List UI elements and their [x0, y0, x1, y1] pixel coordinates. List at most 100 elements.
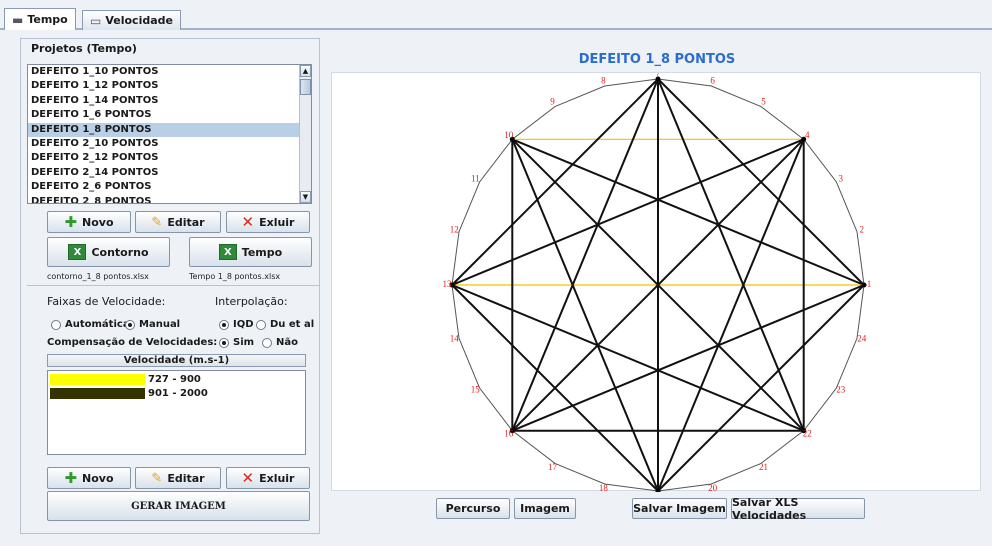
- ray-line: [511, 138, 865, 286]
- close-icon: ✕: [241, 212, 255, 231]
- node-label: 7: [656, 73, 661, 78]
- excel-icon: X: [218, 244, 237, 260]
- save-xls-label: Salvar XLS Velocidades: [732, 495, 807, 522]
- projects-title: Projetos (Tempo): [31, 42, 137, 55]
- node-label: 14: [450, 334, 460, 344]
- project-new-label: Novo: [82, 215, 114, 229]
- interp-iqd-label: IQD: [233, 319, 254, 330]
- node-label: 16: [504, 428, 514, 438]
- velocity-range-label: 727 - 900: [148, 373, 201, 385]
- velocity-header: Velocidade (m.s-1): [47, 354, 306, 367]
- comp-no-radio[interactable]: Não: [262, 337, 298, 348]
- project-list-item[interactable]: DEFEITO 2_6 PONTOS: [28, 180, 311, 194]
- speed-auto-label: Automática: [65, 319, 130, 330]
- node-label: 19: [654, 490, 664, 492]
- speed-ranges-label: Faixas de Velocidade:: [47, 295, 166, 308]
- projects-scrollbar[interactable]: ▲ ▼: [299, 65, 311, 203]
- node-label: 23: [836, 385, 846, 395]
- time-filename: Tempo 1_8 pontos.xlsx: [189, 272, 281, 281]
- project-list-item[interactable]: DEFEITO 2_8 PONTOS: [28, 195, 311, 203]
- ray-line: [511, 138, 659, 492]
- project-list-item[interactable]: DEFEITO 2_12 PONTOS: [28, 151, 311, 165]
- radio-icon: [262, 337, 272, 348]
- project-list-item[interactable]: DEFEITO 1_12 PONTOS: [28, 79, 311, 93]
- time-button[interactable]: X Tempo: [189, 237, 312, 267]
- node-label: 20: [708, 483, 718, 492]
- project-list-item[interactable]: DEFEITO 1_10 PONTOS: [28, 65, 311, 79]
- plus-icon: ✚: [64, 468, 78, 487]
- velocity-list[interactable]: 727 - 900 901 - 2000: [47, 370, 306, 455]
- tab-velocidade[interactable]: ▭ Velocidade: [82, 10, 181, 30]
- project-delete-button[interactable]: ✕ Exluir: [226, 211, 310, 233]
- node-label: 18: [599, 483, 609, 492]
- path-button[interactable]: Percurso: [436, 498, 510, 519]
- interp-iqd-radio[interactable]: IQD: [219, 319, 254, 330]
- tomography-diagram: 123456789101112131415161718192021222324: [443, 68, 872, 500]
- node-label: 2: [860, 224, 865, 234]
- node-label: 13: [443, 279, 453, 289]
- project-list-item[interactable]: DEFEITO 1_8 PONTOS: [28, 122, 311, 137]
- project-list-item[interactable]: DEFEITO 1_14 PONTOS: [28, 94, 311, 108]
- time-label: Tempo: [241, 245, 283, 259]
- speed-auto-radio[interactable]: Automática: [51, 319, 130, 330]
- ray-line: [451, 138, 805, 286]
- save-xls-button[interactable]: Salvar XLS Velocidades: [731, 495, 865, 522]
- node-label: 1: [867, 279, 872, 289]
- interp-du-radio[interactable]: Du et al: [256, 319, 314, 330]
- range-new-button[interactable]: ✚ Novo: [47, 467, 131, 489]
- range-delete-label: Exluir: [259, 471, 295, 485]
- node-label: 15: [471, 385, 481, 395]
- scroll-thumb[interactable]: [300, 79, 311, 95]
- velocity-range-label: 901 - 2000: [148, 387, 208, 399]
- comp-no-label: Não: [276, 337, 298, 348]
- interpolation-label: Interpolação:: [215, 295, 288, 308]
- node-label: 4: [805, 130, 810, 140]
- tab-tempo-label: Tempo: [27, 13, 68, 26]
- node-label: 6: [710, 75, 715, 85]
- generate-image-label: GERAR IMAGEM: [131, 500, 226, 512]
- color-swatch: [50, 373, 145, 385]
- project-new-button[interactable]: ✚ Novo: [47, 211, 131, 233]
- speed-manual-radio[interactable]: Manual: [125, 319, 180, 330]
- node-label: 9: [550, 96, 555, 106]
- pencil-icon: ✎: [151, 214, 163, 230]
- contour-filename: contorno_1_8 pontos.xlsx: [47, 272, 149, 281]
- velocity-range-row[interactable]: 901 - 2000: [50, 387, 305, 399]
- close-icon: ✕: [241, 468, 255, 487]
- node-label: 17: [548, 462, 558, 472]
- project-list-item[interactable]: DEFEITO 2_14 PONTOS: [28, 166, 311, 180]
- tab-velocidade-label: Velocidade: [105, 14, 173, 27]
- ray-line: [511, 78, 659, 432]
- velocity-range-row[interactable]: 727 - 900: [50, 373, 305, 385]
- project-list-item[interactable]: DEFEITO 2_10 PONTOS: [28, 137, 311, 151]
- project-list-item[interactable]: DEFEITO 1_6 PONTOS: [28, 108, 311, 122]
- plus-icon: ✚: [64, 212, 78, 231]
- tab-tempo[interactable]: ▬ Tempo: [4, 8, 76, 30]
- comp-yes-radio[interactable]: Sim: [219, 337, 254, 348]
- window-icon: ▬: [12, 12, 24, 27]
- color-swatch: [50, 387, 145, 399]
- scroll-up-icon[interactable]: ▲: [300, 65, 311, 77]
- node-label: 24: [857, 334, 867, 344]
- range-edit-button[interactable]: ✎ Editar: [135, 467, 221, 489]
- range-delete-button[interactable]: ✕ Exluir: [226, 467, 310, 489]
- chart-canvas: 123456789101112131415161718192021222324: [331, 68, 981, 500]
- contour-button[interactable]: X Contorno: [47, 237, 170, 267]
- node-label: 22: [803, 428, 812, 438]
- generate-image-button[interactable]: GERAR IMAGEM: [47, 491, 310, 521]
- tab-bar: ▬ Tempo ▭ Velocidade: [0, 8, 992, 30]
- node-label: 12: [450, 224, 459, 234]
- node-label: 21: [759, 462, 768, 472]
- contour-label: Contorno: [91, 245, 149, 259]
- ray-line: [451, 284, 805, 432]
- ray-line: [511, 284, 865, 432]
- image-button[interactable]: Imagem: [514, 498, 576, 519]
- sensor-node: [861, 282, 867, 288]
- project-edit-button[interactable]: ✎ Editar: [135, 211, 221, 233]
- save-image-button[interactable]: Salvar Imagem: [632, 498, 727, 519]
- node-label: 10: [504, 130, 514, 140]
- divider: [27, 285, 319, 286]
- node-label: 5: [761, 96, 766, 106]
- scroll-down-icon[interactable]: ▼: [300, 191, 311, 203]
- projects-list[interactable]: DEFEITO 1_10 PONTOS DEFEITO 1_12 PONTOS DE…: [27, 64, 312, 204]
